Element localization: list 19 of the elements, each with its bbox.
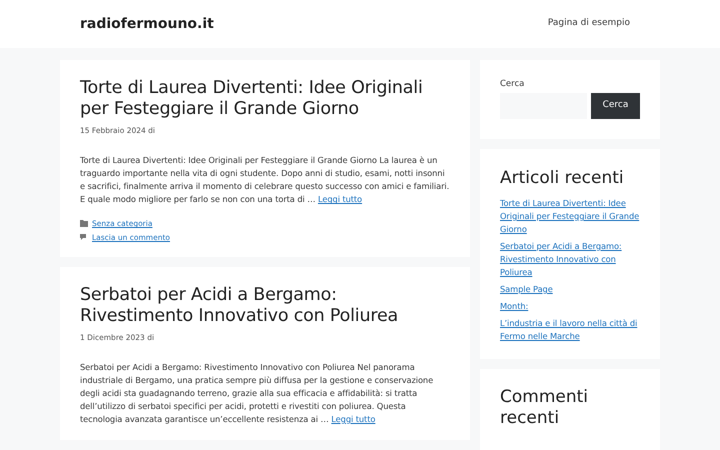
recent-post-link[interactable]: Month: bbox=[500, 300, 640, 313]
search-label: Cerca bbox=[500, 78, 526, 90]
post-excerpt: Torte di Laurea Divertenti: Idee Originali per Festeggiare il Grande Giorno La laurea è un traguardo importante nella vita di ogni studente. Dopo anni di studio, esami, notti insonni e sacrifici, finalmente arriva il momento di celebrare questo successo con amici e familiari. E quale modo migliore per farlo se non con una torta di … Leggi tutto bbox=[80, 154, 450, 206]
folder-icon bbox=[80, 220, 88, 228]
widget-title: Commenti recenti bbox=[500, 387, 590, 429]
recent-post-link[interactable]: Torte di Laurea Divertenti: Idee Originali per Festeggiare il Grande Giorno bbox=[500, 197, 640, 236]
post-title[interactable]: Serbatoi per Acidi a Bergamo: Rivestimento Innovativo con Poliurea bbox=[80, 284, 450, 327]
site-title[interactable]: radiofermouno.it bbox=[80, 14, 214, 34]
recent-post-link[interactable]: Sample Page bbox=[500, 283, 640, 296]
search-button[interactable]: Cerca bbox=[591, 93, 640, 119]
comment-icon bbox=[80, 234, 88, 241]
read-more-link[interactable]: Leggi tutto bbox=[331, 414, 376, 424]
post-title[interactable]: Torte di Laurea Divertenti: Idee Originali per Festeggiare il Grande Giorno bbox=[80, 78, 450, 120]
recent-post-link[interactable]: Serbatoi per Acidi a Bergamo: Rivestimento Innovativo con Poliurea bbox=[500, 240, 640, 279]
read-more-link[interactable]: Leggi tutto bbox=[318, 194, 362, 204]
nav-link[interactable]: Pagina di esempio bbox=[548, 17, 630, 31]
widget-title: Articoli recenti bbox=[500, 167, 625, 189]
post-excerpt: Serbatoi per Acidi a Bergamo: Rivestimento Innovativo con Poliurea Nel panorama industriale di Bergamo, una pratica sempre più diffusa per la gestione e conservazione degli acidi sta guadagnando terreno, grazie alla sua efficacia e affidabilità: si tratta dell’utilizzo di serbatoi specifici per acidi, protetti e rivestiti con poliurea. Questa tecnologia avanzata garantisce un’eccellente resistenza ai … Leggi tutto bbox=[80, 361, 434, 426]
recent-post-link[interactable]: L’industria e il lavoro nella città di Fermo nelle Marche bbox=[500, 317, 640, 343]
